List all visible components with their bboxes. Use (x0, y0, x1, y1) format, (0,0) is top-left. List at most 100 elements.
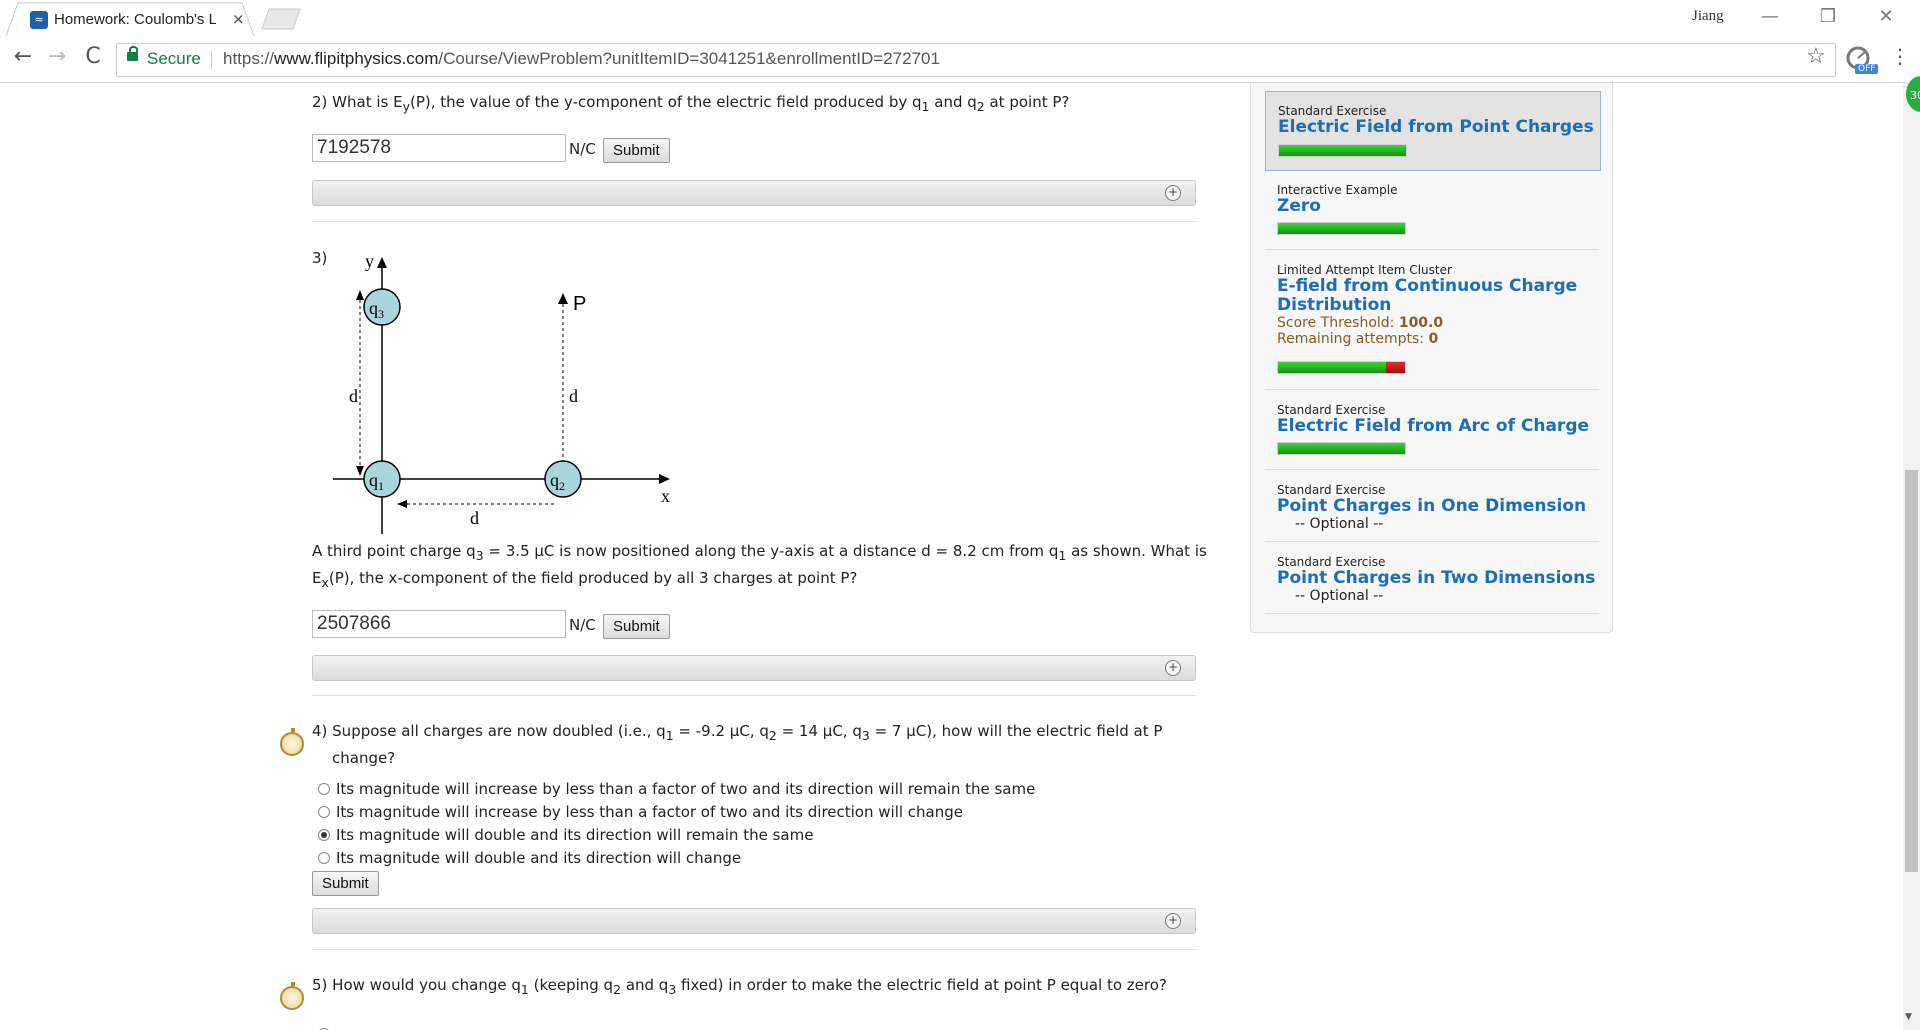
x-axis-arrow (659, 474, 670, 484)
q3-answer-input[interactable] (312, 610, 566, 638)
scroll-down-icon[interactable]: ▼ (1905, 1012, 1912, 1022)
y-axis-label: y (365, 254, 374, 271)
item-title[interactable]: Point Charges in One Dimension (1277, 497, 1586, 516)
question-4-text: 4) Suppose all charges are now doubled (… (312, 722, 1163, 767)
expand-icon[interactable]: + (1165, 660, 1181, 676)
new-tab-button[interactable] (262, 8, 302, 30)
radio-button[interactable] (318, 852, 330, 864)
divider (312, 949, 1196, 950)
bottom-d-label: d (470, 508, 479, 528)
profile-name[interactable]: Jiang (1692, 8, 1724, 25)
q2-sub-2: 2 (976, 99, 985, 114)
item-type: Standard Exercise (1278, 104, 1387, 118)
progress-bar (1277, 222, 1406, 235)
q3-submit-button[interactable]: Submit (603, 614, 670, 639)
q4-option-3[interactable]: Its magnitude will double and its direct… (318, 826, 813, 844)
progress-fill (1278, 223, 1405, 234)
progress-bar (1277, 361, 1406, 374)
sidebar-item-zero[interactable]: Interactive Example Zero (1265, 183, 1599, 251)
sidebar-item-arc-of-charge[interactable]: Standard Exercise Electric Field from Ar… (1265, 403, 1599, 471)
stopwatch-icon (280, 982, 304, 1010)
q2-text-d: at point P? (984, 93, 1070, 111)
q5-option-partial[interactable] (318, 1025, 336, 1030)
browser-menu-icon[interactable]: ⋮ (1890, 44, 1910, 68)
radio-button[interactable] (318, 806, 330, 818)
tab-close-icon[interactable]: × (232, 10, 245, 28)
q4-feedback-panel[interactable]: + (312, 908, 1196, 934)
divider (312, 695, 1196, 696)
item-title[interactable]: Electric Field from Point Charges (1278, 118, 1594, 137)
radio-button[interactable] (318, 783, 330, 795)
y-axis-arrow (377, 257, 387, 268)
url-scheme: https:// (223, 49, 275, 68)
question-2-text: 2) What is Ey(P), the value of the y-com… (312, 91, 1069, 118)
unit-sidebar: Standard Exercise Electric Field from Po… (1250, 83, 1613, 633)
progress-bar (1277, 442, 1406, 455)
q4-option-4[interactable]: Its magnitude will double and its direct… (318, 849, 741, 867)
browser-tab[interactable]: ≈ Homework: Coulomb's L × (6, 2, 256, 36)
reload-icon[interactable]: C (78, 44, 108, 69)
charge-diagram: y x d P d d q3 q1 q2 (333, 254, 670, 534)
q2-text-a: 2) What is E (312, 93, 403, 111)
q2-unit-label: N/C (569, 140, 596, 158)
back-icon[interactable]: ← (8, 44, 38, 69)
extension-badge: OFF (1855, 64, 1879, 74)
remaining-attempts: Remaining attempts: 0 (1277, 331, 1439, 347)
url-host: www.flipitphysics.com (274, 49, 439, 68)
item-type: Standard Exercise (1277, 555, 1386, 569)
sidebar-item-two-dimensions[interactable]: Standard Exercise Point Charges in Two D… (1265, 555, 1599, 615)
q3-feedback-panel[interactable]: + (312, 655, 1196, 681)
q2-feedback-panel[interactable]: + (312, 180, 1196, 206)
item-title-line1[interactable]: E-field from Continuous Charge (1277, 277, 1577, 296)
progress-fill (1278, 362, 1386, 373)
progress-fill (1279, 145, 1406, 156)
close-window-icon[interactable]: ✕ (1866, 6, 1906, 27)
dashed-arrow-down (356, 466, 364, 476)
left-d-label: d (349, 386, 358, 406)
scrollbar-thumb[interactable] (1905, 470, 1918, 872)
omnibox-divider (211, 50, 212, 70)
restore-icon[interactable]: ❐ (1808, 6, 1848, 27)
sidebar-item-point-charges[interactable]: Standard Exercise Electric Field from Po… (1265, 91, 1601, 171)
q4-option-2[interactable]: Its magnitude will increase by less than… (318, 803, 963, 821)
divider (1265, 389, 1599, 390)
tab-title: Homework: Coulomb's L (54, 11, 216, 28)
sidebar-item-continuous-charge[interactable]: Limited Attempt Item Cluster E-field fro… (1265, 263, 1599, 383)
item-title-line2[interactable]: Distribution (1277, 296, 1577, 315)
expand-icon[interactable]: + (1165, 185, 1181, 201)
item-type: Standard Exercise (1277, 403, 1386, 417)
item-title[interactable]: Point Charges in Two Dimensions (1277, 569, 1595, 588)
divider (1265, 249, 1599, 250)
q4-submit-button[interactable]: Submit (312, 871, 379, 896)
sidebar-item-one-dimension[interactable]: Standard Exercise Point Charges in One D… (1265, 483, 1599, 543)
address-bar[interactable]: Secure https://www.flipitphysics.com/Cou… (116, 43, 1836, 77)
item-type: Limited Attempt Item Cluster (1277, 263, 1452, 277)
q2-submit-button[interactable]: Submit (603, 138, 670, 163)
secure-label: Secure (147, 49, 201, 68)
item-title[interactable]: Zero (1277, 197, 1398, 216)
bottom-arrow-left (397, 500, 407, 508)
right-d-label: d (569, 386, 578, 406)
progress-fill-red (1385, 362, 1405, 373)
expand-icon[interactable]: + (1165, 913, 1181, 929)
item-title[interactable]: Electric Field from Arc of Charge (1277, 417, 1589, 436)
score-threshold: Score Threshold: 100.0 (1277, 315, 1444, 331)
dashed-arrow-up (356, 290, 364, 300)
radio-button-selected[interactable] (318, 829, 330, 841)
q4-option-1[interactable]: Its magnitude will increase by less than… (318, 780, 1035, 798)
q2-text-c: and q (929, 93, 977, 111)
bookmark-star-icon[interactable]: ☆ (1806, 44, 1826, 69)
site-favicon-icon: ≈ (30, 11, 48, 29)
q2-text-b: (P), the value of the y-component of the… (409, 93, 922, 111)
item-type: Standard Exercise (1277, 483, 1386, 497)
question-3-text: A third point charge q3 = 3.5 μC is now … (312, 542, 1207, 590)
lock-icon (127, 46, 138, 61)
question-5-text: 5) How would you change q1 (keeping q2 a… (312, 976, 1167, 997)
minimize-icon[interactable]: — (1750, 6, 1790, 27)
divider (312, 221, 1196, 222)
url-text[interactable]: https://www.flipitphysics.com/Course/Vie… (223, 49, 940, 69)
q2-answer-input[interactable] (312, 134, 566, 162)
page-content: 2) What is E y (P), the value of the y-com… (0, 83, 1920, 1030)
forward-icon[interactable]: → (42, 44, 72, 69)
divider (1265, 541, 1599, 542)
